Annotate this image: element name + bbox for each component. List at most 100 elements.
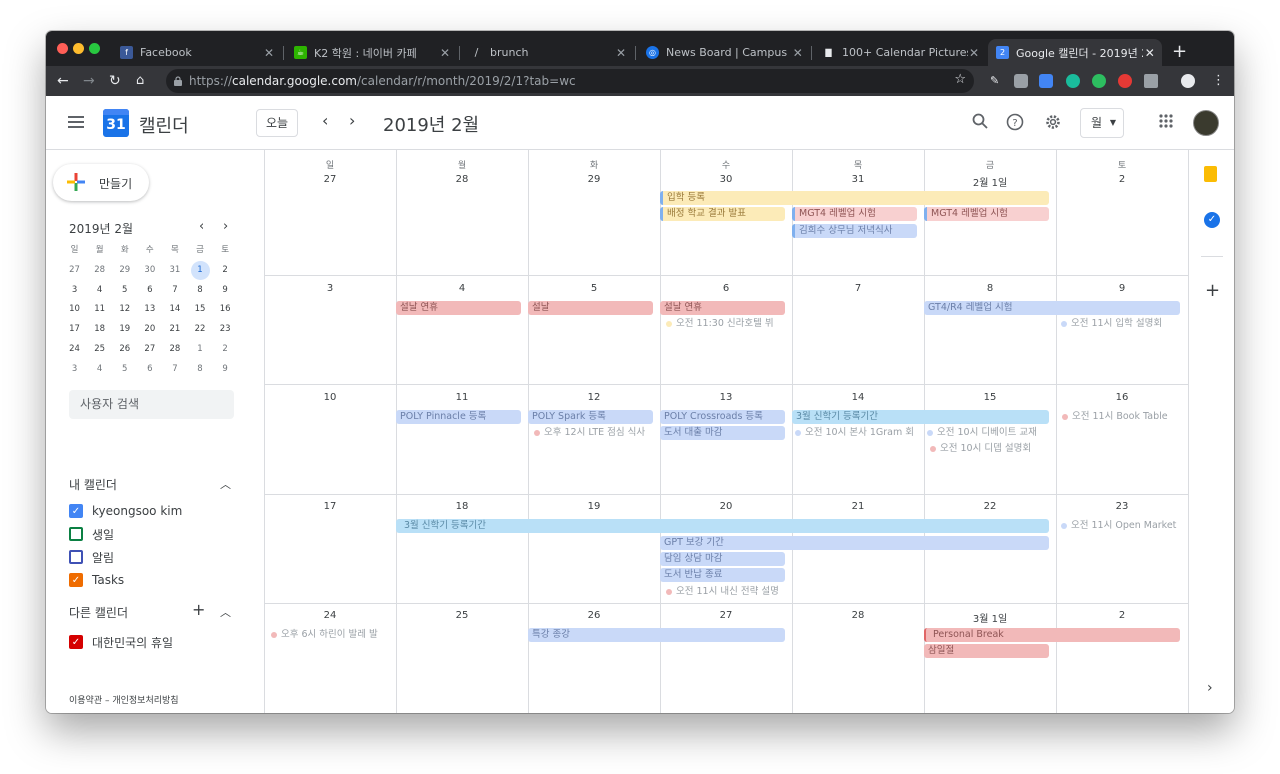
day-number[interactable]: 15 (924, 392, 1056, 403)
tab-google-calendar[interactable]: 2 Google 캘린더 - 2019년 2월 ✕ (988, 39, 1162, 66)
keep-icon[interactable] (1204, 166, 1217, 182)
event-chip[interactable]: MGT4 레벨업 시험 (924, 207, 1049, 221)
mini-day[interactable]: 3 (62, 281, 87, 301)
mini-day[interactable]: 29 (112, 261, 137, 281)
drive-icon[interactable] (1144, 74, 1158, 88)
mini-day[interactable]: 2 (213, 340, 238, 360)
calendar-item-korean-holidays[interactable]: ✓ 대한민국의 휴일 (69, 634, 173, 650)
settings-gear-icon[interactable] (1043, 113, 1063, 133)
mini-day[interactable]: 22 (187, 320, 212, 340)
mini-day[interactable]: 28 (87, 261, 112, 281)
help-icon[interactable]: ? (1005, 113, 1025, 133)
address-bar[interactable]: https://calendar.google.com/calendar/r/m… (166, 69, 974, 93)
day-number[interactable]: 11 (396, 392, 528, 403)
search-icon[interactable] (970, 113, 990, 133)
mini-day[interactable]: 27 (62, 261, 87, 281)
close-window-button[interactable] (57, 43, 68, 54)
day-number[interactable]: 23 (1056, 501, 1188, 512)
mini-day[interactable]: 24 (62, 340, 87, 360)
pocket-icon[interactable] (1014, 74, 1028, 88)
mini-day[interactable]: 1 (187, 340, 212, 360)
day-number[interactable]: 29 (528, 174, 660, 185)
timed-event[interactable]: 오전 10시 본사 1Gram 회 (794, 426, 917, 440)
mini-day[interactable]: 18 (87, 320, 112, 340)
mini-next-month-icon[interactable]: › (223, 219, 228, 234)
day-number[interactable]: 30 (660, 174, 792, 185)
collapse-chevron-icon[interactable]: ︿ (220, 604, 231, 620)
mini-day[interactable]: 3 (62, 360, 87, 380)
tab-close-icon[interactable]: ✕ (1143, 46, 1156, 60)
day-number[interactable]: 3 (264, 283, 396, 294)
tab-news-board[interactable]: ◎ News Board | Campus | P( ✕ (638, 39, 810, 66)
mini-day[interactable]: 4 (87, 281, 112, 301)
day-number[interactable]: 28 (396, 174, 528, 185)
day-number[interactable]: 2 (1056, 174, 1188, 185)
bookmark-star-icon[interactable]: ☆ (954, 72, 966, 87)
extension-badge-icon[interactable] (1039, 74, 1053, 88)
day-number[interactable]: 3월 1일 (924, 610, 1056, 625)
mini-day[interactable]: 16 (213, 300, 238, 320)
event-chip[interactable]: 설날 연휴 (396, 301, 521, 315)
event-chip[interactable]: POLY Pinnacle 등록 (396, 410, 521, 424)
previous-month-icon[interactable]: ‹ (322, 111, 328, 130)
profile-icon[interactable] (1181, 74, 1195, 88)
extension-teal-icon[interactable] (1066, 74, 1080, 88)
mini-day[interactable]: 7 (162, 281, 187, 301)
add-addon-icon[interactable]: + (1205, 280, 1220, 301)
checkbox-unchecked-icon[interactable] (69, 550, 83, 564)
day-number[interactable]: 22 (924, 501, 1056, 512)
mini-previous-month-icon[interactable]: ‹ (199, 219, 204, 234)
day-number[interactable]: 14 (792, 392, 924, 403)
day-number[interactable]: 26 (528, 610, 660, 621)
mini-day-selected[interactable]: 1 (187, 260, 212, 281)
day-number[interactable]: 27 (264, 174, 396, 185)
day-number[interactable]: 13 (660, 392, 792, 403)
my-calendars-header[interactable]: 내 캘린더 (69, 476, 117, 493)
day-number[interactable]: 9 (1056, 283, 1188, 294)
back-icon[interactable]: ← (57, 72, 69, 90)
tab-close-icon[interactable]: ✕ (614, 46, 628, 60)
calendar-item-kyeongsoo[interactable]: ✓ kyeongsoo kim (69, 503, 182, 519)
day-number[interactable]: 10 (264, 392, 396, 403)
day-number[interactable]: 24 (264, 610, 396, 621)
mini-day[interactable]: 17 (62, 320, 87, 340)
evernote-icon[interactable] (1092, 74, 1106, 88)
mini-day[interactable]: 14 (162, 300, 187, 320)
mini-day[interactable]: 10 (62, 300, 87, 320)
forward-icon[interactable]: → (83, 72, 95, 90)
day-number[interactable]: 17 (264, 501, 396, 512)
timed-event[interactable]: 오전 11시 Open Market (1060, 519, 1185, 533)
create-event-button[interactable]: 만들기 (53, 164, 149, 201)
zoom-window-button[interactable] (89, 43, 100, 54)
mini-day[interactable]: 9 (213, 360, 238, 380)
event-chip[interactable]: 김희수 상무님 저녁식사 (792, 224, 917, 238)
new-tab-button[interactable]: + (1172, 41, 1187, 62)
mini-day[interactable]: 31 (162, 261, 187, 281)
event-chip[interactable]: 담임 상담 마감 (660, 552, 785, 566)
checkbox-checked-icon[interactable]: ✓ (69, 504, 83, 518)
tab-calendar-pictures[interactable]: ▇ 100+ Calendar Pictures | P ✕ (814, 39, 986, 66)
expand-panel-icon[interactable]: › (1207, 680, 1213, 696)
mini-day[interactable]: 26 (112, 340, 137, 360)
mini-day[interactable]: 4 (87, 360, 112, 380)
account-avatar[interactable] (1193, 110, 1219, 136)
collapse-chevron-icon[interactable]: ︿ (220, 476, 231, 492)
mini-day[interactable]: 23 (213, 320, 238, 340)
view-selector[interactable]: 월 ▼ (1080, 108, 1124, 138)
mini-day[interactable]: 6 (137, 281, 162, 301)
add-calendar-icon[interactable]: + (192, 600, 205, 619)
mini-day[interactable]: 25 (87, 340, 112, 360)
event-chip[interactable]: GPT 보강 기간 (660, 536, 1049, 550)
mini-day[interactable]: 15 (187, 300, 212, 320)
browser-menu-icon[interactable]: ⋮ (1212, 72, 1225, 90)
event-chip[interactable]: 도서 반납 종료 (660, 568, 785, 582)
event-chip[interactable]: POLY Spark 등록 (528, 410, 653, 424)
today-button[interactable]: 오늘 (256, 109, 298, 137)
mini-day[interactable]: 13 (137, 300, 162, 320)
mini-day[interactable]: 20 (137, 320, 162, 340)
day-number[interactable]: 16 (1056, 392, 1188, 403)
mini-day[interactable]: 8 (187, 281, 212, 301)
mini-day[interactable]: 12 (112, 300, 137, 320)
mini-day[interactable]: 11 (87, 300, 112, 320)
other-calendars-header[interactable]: 다른 캘린더 (69, 604, 128, 621)
